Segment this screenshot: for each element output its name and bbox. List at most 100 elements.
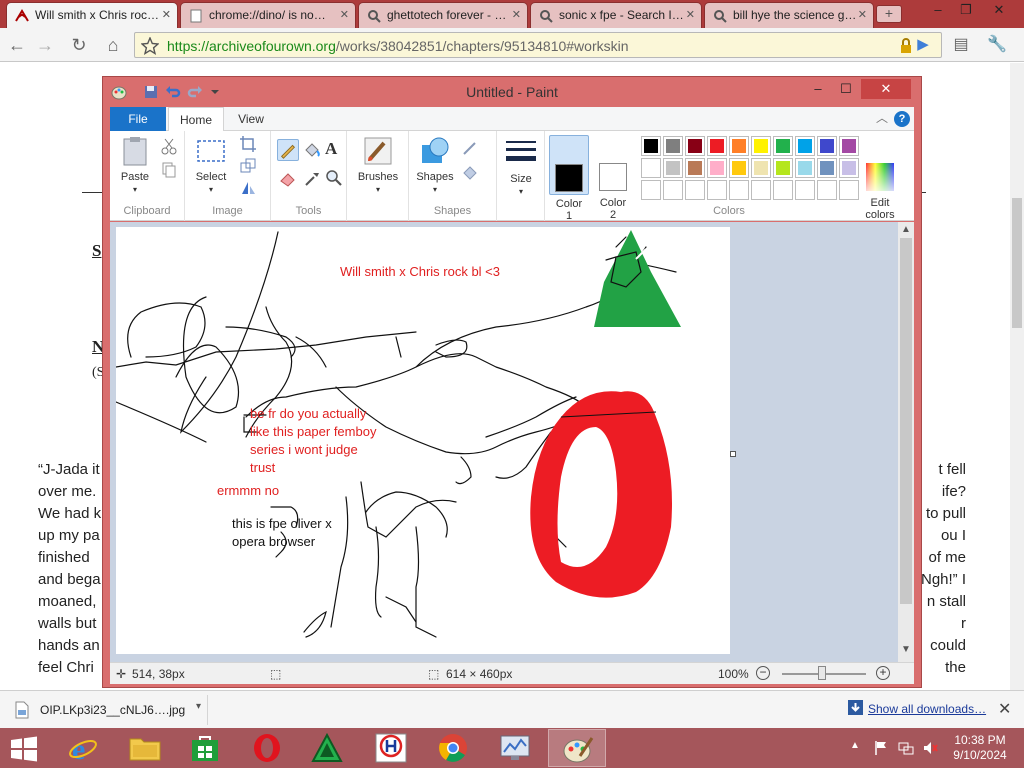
- close-window-icon[interactable]: ✕: [982, 0, 1016, 20]
- scroll-down-icon[interactable]: ▼: [898, 644, 914, 655]
- show-hidden-icons-icon[interactable]: ▲: [850, 740, 860, 751]
- palette-custom-slot[interactable]: [707, 180, 727, 200]
- forward-arrow-icon[interactable]: →: [34, 34, 56, 56]
- tab-close-icon[interactable]: ✕: [858, 8, 867, 21]
- paste-button[interactable]: Paste ▾: [116, 135, 154, 196]
- browser-tab-5[interactable]: bill hye the science g… ✕: [704, 2, 874, 28]
- canvas-vertical-scrollbar[interactable]: ▲ ▼: [898, 222, 914, 662]
- fill-icon[interactable]: [461, 163, 479, 181]
- magnifier-icon[interactable]: [325, 169, 343, 187]
- address-bar[interactable]: https://archiveofourown.org/works/380428…: [134, 32, 942, 58]
- lock-icon[interactable]: [899, 38, 913, 54]
- palette-color-swatch[interactable]: [751, 158, 771, 178]
- palette-color-swatch[interactable]: [663, 136, 683, 156]
- palette-color-swatch[interactable]: [685, 136, 705, 156]
- canvas-scrollbar-thumb[interactable]: [900, 238, 912, 604]
- pencil-icon[interactable]: [277, 139, 299, 161]
- tab-home[interactable]: Home: [168, 107, 224, 132]
- palette-color-swatch[interactable]: [751, 136, 771, 156]
- chevron-down-icon[interactable]: ▾: [196, 701, 201, 712]
- select-button[interactable]: Select ▾: [191, 135, 231, 196]
- zoom-slider-thumb[interactable]: [818, 666, 826, 680]
- copy-icon[interactable]: [160, 161, 178, 179]
- palette-color-swatch[interactable]: [729, 136, 749, 156]
- palette-color-swatch[interactable]: [773, 158, 793, 178]
- network-icon[interactable]: [898, 740, 914, 756]
- collapse-ribbon-icon[interactable]: ︿: [876, 109, 888, 126]
- eraser-icon[interactable]: [279, 169, 297, 187]
- palette-color-swatch[interactable]: [641, 158, 661, 178]
- windows-start-icon[interactable]: [8, 736, 40, 762]
- taskbar-app-h[interactable]: [362, 729, 420, 767]
- scroll-up-icon[interactable]: ▲: [898, 224, 914, 235]
- color-picker-icon[interactable]: [303, 169, 321, 187]
- close-icon[interactable]: ✕: [861, 79, 911, 99]
- taskbar-app-green-triangle[interactable]: [298, 729, 356, 767]
- taskbar-store[interactable]: [176, 729, 234, 767]
- page-scrollbar-thumb[interactable]: [1012, 198, 1022, 328]
- back-arrow-icon[interactable]: ←: [6, 34, 28, 56]
- palette-custom-slot[interactable]: [641, 180, 661, 200]
- bookmark-star-icon[interactable]: [141, 37, 159, 55]
- palette-custom-slot[interactable]: [773, 180, 793, 200]
- play-icon[interactable]: ▶: [912, 34, 934, 56]
- browser-tab-2[interactable]: chrome://dino/ is no… ✕: [180, 2, 356, 28]
- maximize-icon[interactable]: ☐: [833, 79, 859, 99]
- paint-title-bar[interactable]: Untitled - Paint – ☐ ✕: [103, 77, 921, 107]
- browser-tab-4[interactable]: sonic x fpe - Search I… ✕: [530, 2, 702, 28]
- taskbar-file-explorer[interactable]: [116, 729, 174, 767]
- zoom-out-button[interactable]: −: [756, 666, 770, 680]
- palette-color-swatch[interactable]: [795, 136, 815, 156]
- help-icon[interactable]: ?: [894, 111, 910, 127]
- color1-button[interactable]: Color 1: [549, 135, 589, 222]
- edit-colors-button[interactable]: Edit colors: [857, 135, 903, 221]
- browser-tab-1[interactable]: Will smith x Chris roc… ✕: [6, 2, 178, 28]
- palette-custom-slot[interactable]: [729, 180, 749, 200]
- volume-muted-icon[interactable]: [922, 740, 938, 756]
- taskbar-paint[interactable]: [548, 729, 606, 767]
- taskbar-internet-explorer[interactable]: e: [54, 729, 112, 767]
- flag-icon[interactable]: [874, 740, 888, 756]
- taskbar-clock[interactable]: 10:38 PM 9/10/2024: [948, 733, 1012, 763]
- palette-color-swatch[interactable]: [817, 136, 837, 156]
- taskbar-chrome[interactable]: [424, 729, 482, 767]
- minimize-icon[interactable]: –: [924, 0, 952, 20]
- shapes-button[interactable]: Shapes ▾: [413, 135, 457, 196]
- palette-color-swatch[interactable]: [641, 136, 661, 156]
- palette-color-swatch[interactable]: [663, 158, 683, 178]
- fill-bucket-icon[interactable]: [303, 141, 321, 159]
- palette-color-swatch[interactable]: [729, 158, 749, 178]
- palette-color-swatch[interactable]: [707, 136, 727, 156]
- crop-icon[interactable]: [239, 135, 257, 153]
- palette-color-swatch[interactable]: [817, 158, 837, 178]
- outline-icon[interactable]: [461, 139, 479, 157]
- new-tab-button[interactable]: +: [876, 5, 902, 23]
- palette-custom-slot[interactable]: [817, 180, 837, 200]
- palette-color-swatch[interactable]: [707, 158, 727, 178]
- browser-tab-3[interactable]: ghettotech forever - … ✕: [358, 2, 528, 28]
- palette-custom-slot[interactable]: [685, 180, 705, 200]
- palette-custom-slot[interactable]: [795, 180, 815, 200]
- brushes-button[interactable]: Brushes ▾: [353, 135, 403, 196]
- close-icon[interactable]: ✕: [998, 699, 1011, 719]
- palette-custom-slot[interactable]: [839, 180, 859, 200]
- tab-close-icon[interactable]: ✕: [512, 8, 521, 21]
- palette-color-swatch[interactable]: [773, 136, 793, 156]
- tab-view[interactable]: View: [226, 107, 276, 131]
- page-menu-icon[interactable]: ▤: [950, 34, 972, 56]
- palette-custom-slot[interactable]: [663, 180, 683, 200]
- restore-icon[interactable]: ❐: [952, 0, 980, 20]
- canvas-resize-handle[interactable]: [730, 451, 736, 457]
- taskbar-opera[interactable]: [238, 729, 296, 767]
- minimize-icon[interactable]: –: [805, 79, 831, 99]
- palette-color-swatch[interactable]: [795, 158, 815, 178]
- download-item[interactable]: OIP.LKp3i23__cNLJ6….jpg ▾: [6, 695, 208, 725]
- palette-custom-slot[interactable]: [751, 180, 771, 200]
- rotate-icon[interactable]: [239, 179, 257, 197]
- home-icon[interactable]: ⌂: [102, 34, 124, 56]
- text-tool-icon[interactable]: A: [325, 140, 343, 158]
- tab-file[interactable]: File: [110, 107, 166, 131]
- color2-button[interactable]: Color 2: [593, 135, 633, 221]
- taskbar-monitor-app[interactable]: [486, 729, 544, 767]
- wrench-menu-icon[interactable]: 🔧: [986, 34, 1008, 56]
